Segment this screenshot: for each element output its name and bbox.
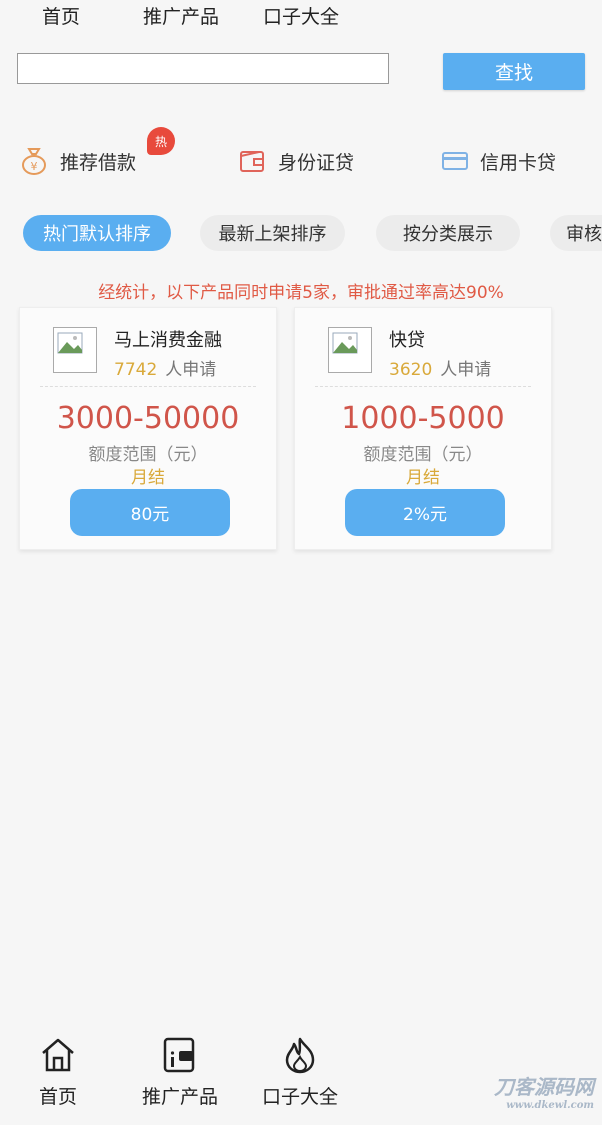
search-button[interactable]: 查找 <box>443 53 585 90</box>
applicant-unit: 人申请 <box>440 360 492 380</box>
bottom-nav-home[interactable]: 首页 <box>13 1030 103 1125</box>
card-divider <box>40 386 256 387</box>
settlement-type: 月结 <box>406 468 440 488</box>
category-label: 推荐借款 <box>60 151 137 174</box>
wallet-card-icon <box>163 1037 195 1073</box>
sort-tab-category[interactable]: 按分类展示 <box>376 215 520 251</box>
money-bag-icon: ¥ <box>22 148 46 175</box>
category-label: 身份证贷 <box>278 151 355 174</box>
home-icon <box>42 1038 74 1072</box>
product-name: 快贷 <box>389 330 425 351</box>
bottom-nav-label: 口子大全 <box>261 1086 338 1108</box>
credit-range-label: 额度范围（元） <box>363 445 483 465</box>
credit-card-icon <box>442 152 468 170</box>
category-label: 信用卡贷 <box>480 151 557 174</box>
approval-notice: 经统计，以下产品同时申请5家，审批通过率高达90% <box>98 283 504 303</box>
flame-icon <box>285 1037 315 1074</box>
credit-range-label: 额度范围（元） <box>88 445 208 465</box>
fee-button[interactable]: 2%元 <box>345 489 505 536</box>
broken-image-icon <box>332 332 358 354</box>
credit-range: 1000-5000 <box>341 401 505 436</box>
sort-tab-review[interactable]: 审核 <box>550 215 602 251</box>
credit-range: 3000-50000 <box>56 401 240 436</box>
bottom-nav-label: 推广产品 <box>141 1086 218 1108</box>
applicant-unit: 人申请 <box>165 360 217 380</box>
wallet-icon <box>240 151 264 172</box>
watermark-title: 刀客源码网 <box>494 1075 594 1099</box>
applicant-number: 3620 <box>389 360 433 380</box>
broken-image-icon <box>57 332 83 354</box>
settlement-type: 月结 <box>131 468 165 488</box>
product-name: 马上消费金融 <box>114 330 222 351</box>
product-card[interactable]: 马上消费金融 7742 人申请 3000-50000 额度范围（元） 月结 80元 <box>19 307 277 550</box>
top-nav-home[interactable]: 首页 <box>42 2 80 29</box>
hot-badge: 热 <box>147 127 175 155</box>
category-id-card-loans[interactable]: 身份证贷 <box>238 145 354 177</box>
bottom-nav-products[interactable]: 推广产品 <box>135 1030 225 1125</box>
sort-tab-hot[interactable]: 热门默认排序 <box>23 215 171 251</box>
sort-tabs: 热门默认排序 最新上架排序 按分类展示 审核 <box>0 215 602 253</box>
card-divider <box>315 386 531 387</box>
sort-tab-newest[interactable]: 最新上架排序 <box>200 215 345 251</box>
applicant-count: 3620 人申请 <box>389 355 491 380</box>
top-nav: 首页 推广产品 口子大全 <box>0 0 602 30</box>
product-card[interactable]: 快贷 3620 人申请 1000-5000 额度范围（元） 月结 2%元 <box>294 307 552 550</box>
category-recommended-loans[interactable]: ¥ 推荐借款 <box>20 145 136 177</box>
product-logo-placeholder <box>53 327 97 373</box>
svg-text:¥: ¥ <box>31 160 38 173</box>
bottom-nav-loans-list[interactable]: 口子大全 <box>255 1030 345 1125</box>
product-logo-placeholder <box>328 327 372 373</box>
applicant-count: 7742 人申请 <box>114 355 216 380</box>
top-nav-loans-list[interactable]: 口子大全 <box>263 2 339 29</box>
watermark: 刀客源码网 www.dkewl.com <box>494 1071 594 1111</box>
watermark-url: www.dkewl.com <box>506 1100 594 1111</box>
applicant-number: 7742 <box>114 360 158 380</box>
search-input[interactable] <box>17 53 389 84</box>
bottom-nav-label: 首页 <box>38 1086 77 1108</box>
category-credit-card-loans[interactable]: 信用卡贷 <box>442 145 556 177</box>
fee-button[interactable]: 80元 <box>70 489 230 536</box>
top-nav-products[interactable]: 推广产品 <box>143 2 219 29</box>
